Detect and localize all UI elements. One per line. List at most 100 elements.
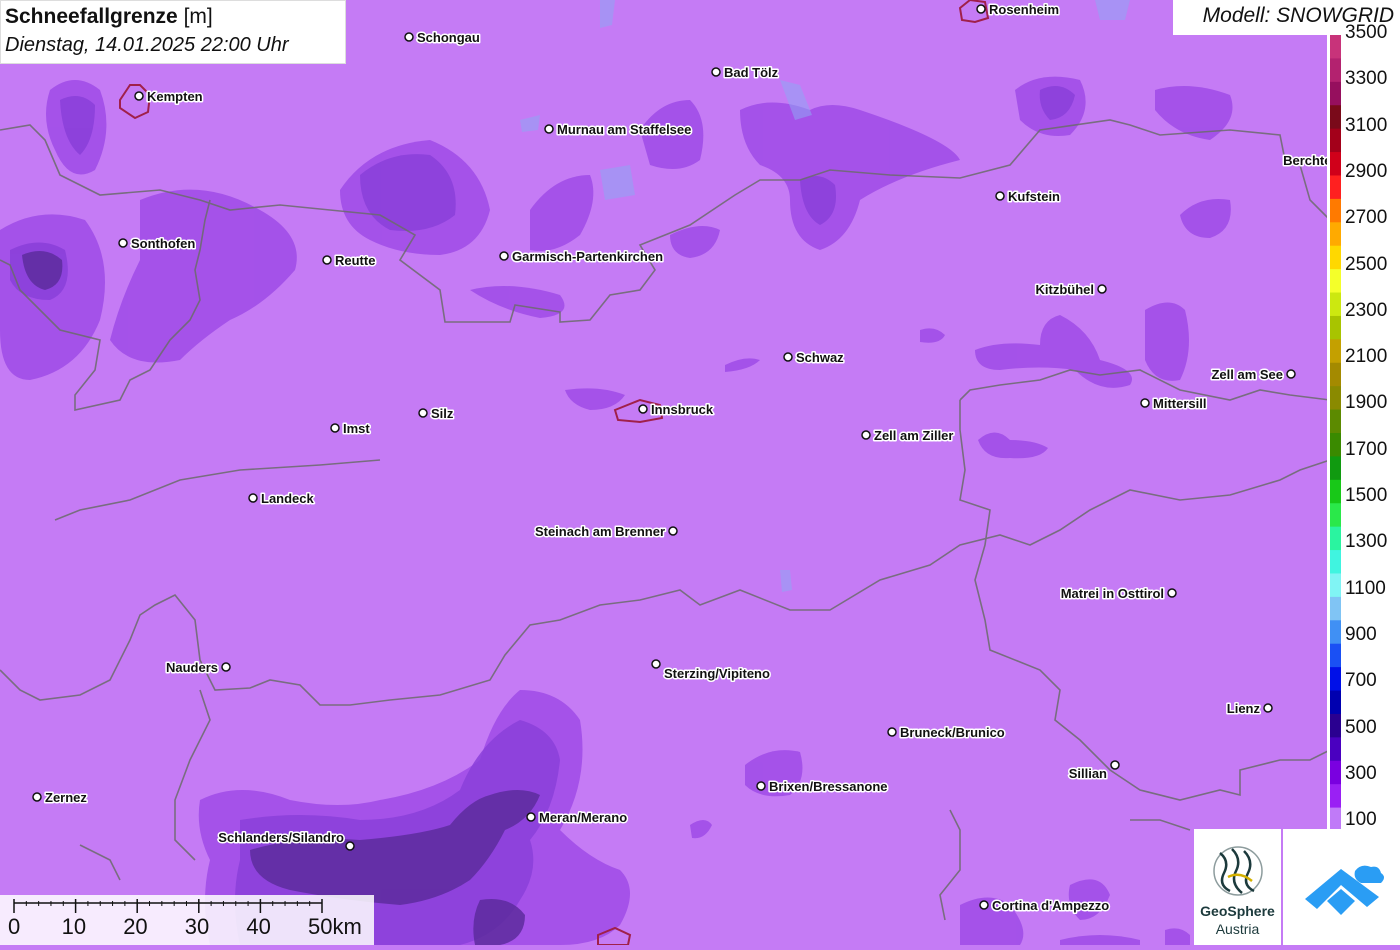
city-garmisch-partenkirchen: Garmisch-Partenkirchen (499, 248, 665, 266)
legend-label-1900: 1900 (1345, 392, 1388, 414)
legend-swatch (1330, 222, 1341, 247)
snowgrid-logo (1283, 829, 1400, 945)
color-legend: 3500 3300 3100 2900 2700 2500 2300 2100 1900 1700… (1327, 23, 1400, 831)
city-marker-icon (976, 4, 986, 14)
city-marker-icon (711, 67, 721, 77)
city-label: Sonthofen (131, 236, 195, 251)
city-zell-am-see: Zell am See (1210, 366, 1296, 384)
legend-swatch (1330, 152, 1341, 176)
snowfall-limit-map[interactable]: Rosenheim Schongau Bad Tölz Kempten Murnau a… (0, 0, 1400, 946)
legend-label-3300: 3300 (1345, 68, 1388, 90)
city-innsbruck: Innsbruck (638, 401, 715, 419)
city-label: Schongau (417, 30, 480, 45)
city-marker-icon (1110, 760, 1120, 770)
legend-label-3500: 3500 (1345, 22, 1388, 43)
city-marker-icon (1263, 703, 1273, 713)
legend-swatch (1330, 503, 1341, 528)
city-label: Silz (431, 406, 454, 421)
legend-swatch (1330, 643, 1341, 668)
city-marker-icon (668, 526, 678, 536)
scale-label-0: 0 (8, 914, 21, 939)
city-label: Mittersill (1153, 396, 1206, 411)
legend-swatch (1330, 573, 1341, 598)
geosphere-austria-logo: GeoSphere Austria (1194, 829, 1281, 945)
city-label: Zell am Ziller (874, 428, 953, 443)
city-marker-icon (1167, 588, 1177, 598)
city-label: Steinach am Brenner (535, 524, 665, 539)
legend-swatch (1330, 433, 1341, 457)
scale-label-50km: 50km (308, 914, 362, 939)
legend-swatch (1330, 690, 1341, 715)
legend-swatch (1330, 175, 1341, 200)
geosphere-text: GeoSphere (1200, 903, 1275, 919)
legend-swatch (1330, 667, 1341, 692)
city-rosenheim: Rosenheim (976, 1, 1061, 19)
city-meran-merano: Meran/Merano (526, 809, 629, 827)
city-marker-icon (887, 727, 897, 737)
city-marker-icon (783, 352, 793, 362)
city-label: Sterzing/Vipiteno (664, 666, 770, 681)
scale-label-10: 10 (61, 914, 87, 939)
legend-label-1700: 1700 (1345, 438, 1388, 460)
legend-label-900: 900 (1345, 623, 1377, 645)
city-label: Innsbruck (651, 402, 714, 417)
city-sonthofen: Sonthofen (118, 235, 197, 253)
city-label: Schlanders/Silandro (218, 830, 344, 845)
legend-label-2900: 2900 (1345, 160, 1388, 182)
city-label: Kempten (147, 89, 203, 104)
city-marker-icon (221, 662, 231, 672)
city-label: Nauders (166, 660, 218, 675)
legend-swatch (1330, 550, 1341, 574)
city-zell-am-ziller: Zell am Ziller (861, 427, 955, 445)
legend-swatch (1330, 807, 1341, 831)
legend-label-700: 700 (1345, 670, 1377, 692)
legend-label-1500: 1500 (1345, 485, 1388, 506)
legend-label-3100: 3100 (1345, 114, 1388, 136)
snowgrid-roof-icon (1305, 865, 1384, 915)
legend-swatch (1330, 245, 1341, 270)
city-marker-icon (32, 792, 42, 802)
legend-label-500: 500 (1345, 716, 1377, 738)
legend-swatch (1330, 58, 1341, 83)
legend-swatch (1330, 737, 1341, 762)
city-marker-icon (995, 191, 1005, 201)
city-label: Lienz (1227, 701, 1261, 716)
city-marker-icon (638, 404, 648, 414)
legend-label-1100: 1100 (1345, 577, 1386, 599)
city-murnau-am-staffelsee: Murnau am Staffelsee (544, 121, 693, 139)
legend-label-2300: 2300 (1345, 299, 1388, 321)
legend-label-100: 100 (1345, 809, 1377, 831)
map-title: Schneefallgrenze [m] (5, 3, 341, 31)
city-label: Bad Tölz (724, 65, 779, 80)
legend-swatch (1330, 596, 1341, 621)
legend-label-1300: 1300 (1345, 531, 1388, 553)
city-marker-icon (118, 238, 128, 248)
legend-swatch (1330, 269, 1341, 294)
city-marker-icon (248, 493, 258, 503)
legend-swatch (1330, 620, 1341, 645)
austria-text: Austria (1215, 921, 1260, 937)
city-label: Zell am See (1211, 367, 1283, 382)
city-label: Meran/Merano (539, 810, 627, 825)
city-marker-icon (861, 430, 871, 440)
city-label: Kufstein (1008, 189, 1060, 204)
legend-swatch (1330, 35, 1341, 59)
legend-label-300: 300 (1345, 762, 1377, 784)
city-label: Reutte (335, 253, 375, 268)
legend-swatch (1330, 198, 1341, 223)
legend-swatch (1330, 409, 1341, 434)
scale-label-20: 20 (123, 914, 148, 939)
legend-swatch (1330, 479, 1341, 504)
legend-color-bar (1330, 35, 1341, 831)
title-box: Schneefallgrenze [m] Dienstag, 14.01.202… (0, 0, 346, 64)
title-unit: [m] (183, 5, 213, 28)
legend-label-2500: 2500 (1345, 253, 1388, 275)
map-datetime: Dienstag, 14.01.2025 22:00 Uhr (5, 34, 289, 56)
city-marker-icon (499, 251, 509, 261)
legend-label-2100: 2100 (1345, 346, 1388, 368)
city-label: Imst (343, 421, 370, 436)
city-marker-icon (1286, 369, 1296, 379)
city-steinach-am-brenner: Steinach am Brenner (533, 523, 678, 541)
scale-label-30: 30 (184, 914, 210, 939)
city-marker-icon (404, 32, 414, 42)
